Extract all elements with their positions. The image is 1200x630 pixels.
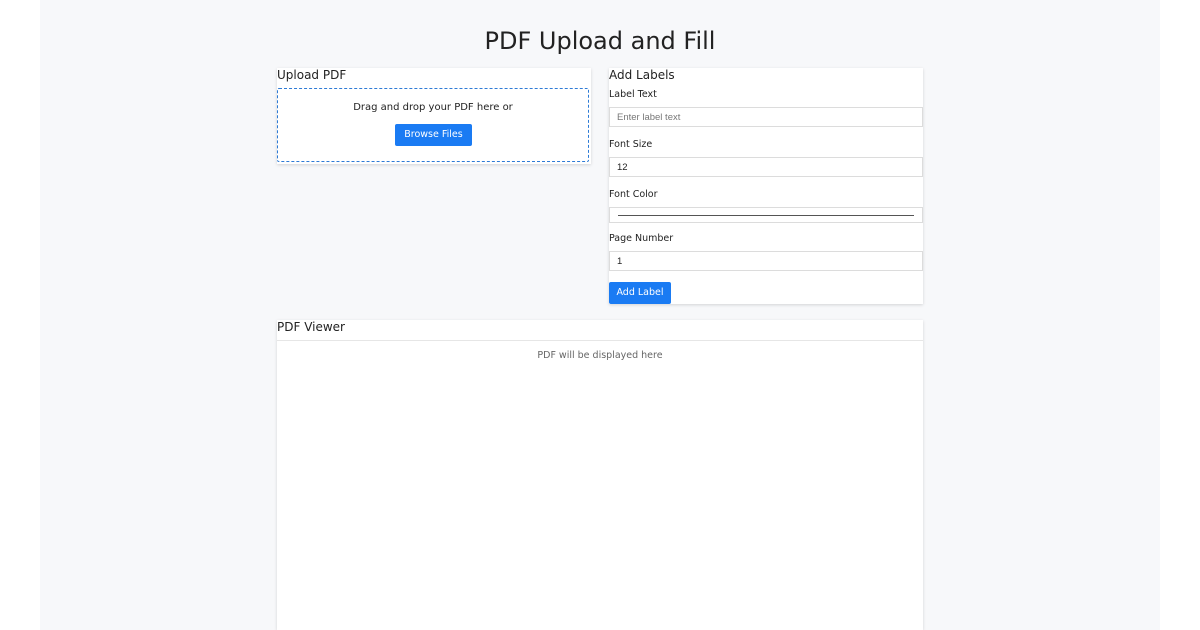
add-labels-panel-title: Add Labels — [609, 68, 675, 82]
upload-panel-title: Upload PDF — [277, 68, 347, 82]
font-color-swatch — [618, 215, 914, 216]
add-labels-panel: Add Labels Label Text Font Size Font Col… — [609, 68, 923, 304]
pdf-dropzone[interactable]: Drag and drop your PDF here or Browse Fi… — [277, 88, 589, 162]
add-label-button[interactable]: Add Label — [609, 282, 671, 304]
browse-files-button[interactable]: Browse Files — [395, 124, 472, 146]
label-text-label: Label Text — [609, 89, 657, 100]
font-size-label: Font Size — [609, 139, 653, 150]
font-color-picker[interactable] — [609, 207, 923, 223]
font-color-label: Font Color — [609, 189, 658, 200]
page-title: PDF Upload and Fill — [484, 27, 716, 55]
upload-panel: Upload PDF Drag and drop your PDF here o… — [277, 68, 591, 164]
label-text-input[interactable] — [609, 107, 923, 127]
page-number-input[interactable] — [609, 251, 923, 271]
pdf-viewer-header: PDF Viewer — [277, 320, 923, 341]
dropzone-text: Drag and drop your PDF here or — [353, 102, 513, 113]
pdf-viewer-placeholder: PDF will be displayed here — [537, 350, 663, 361]
pdf-viewer-panel: PDF Viewer PDF will be displayed here — [277, 320, 923, 630]
font-size-input[interactable] — [609, 157, 923, 177]
pdf-viewer-title: PDF Viewer — [277, 320, 345, 334]
page-number-label: Page Number — [609, 233, 674, 244]
